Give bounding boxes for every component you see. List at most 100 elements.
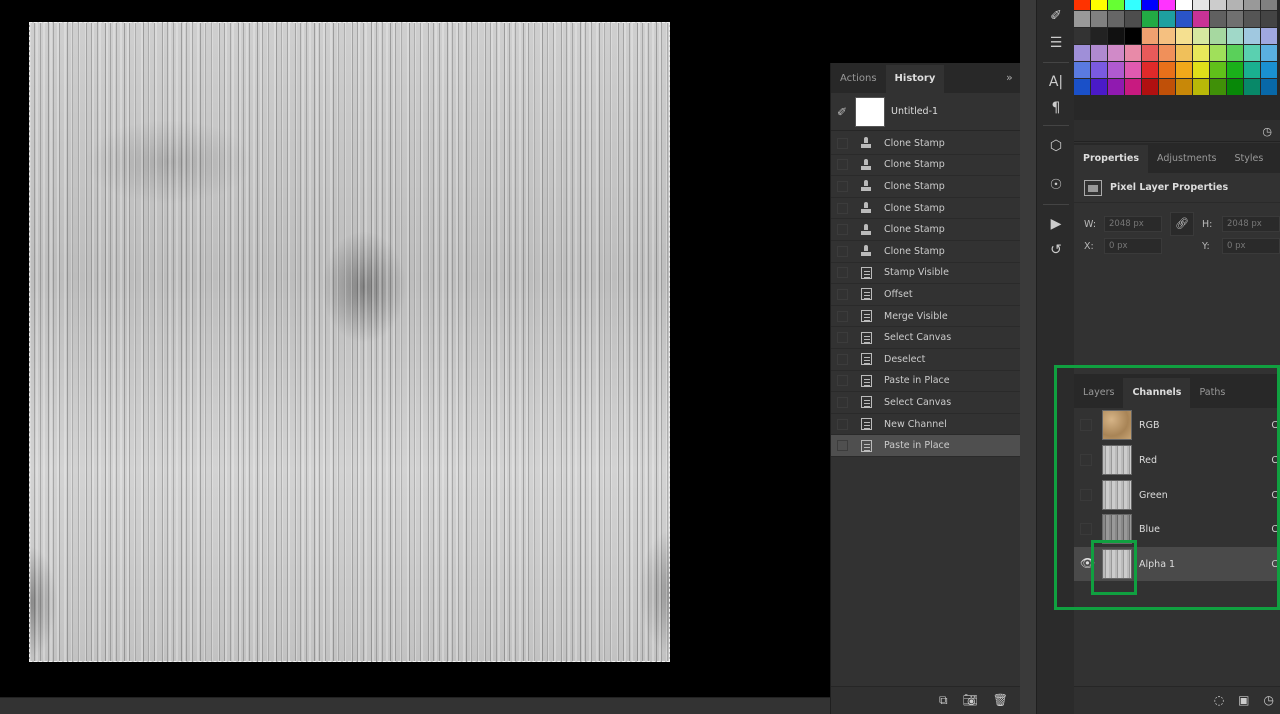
color-swatch[interactable] [1074,79,1090,95]
color-swatch[interactable] [1261,0,1277,10]
color-swatch[interactable] [1244,45,1260,61]
history-brush-source-checkbox[interactable] [837,288,848,300]
libraries-icon[interactable]: ☉ [1045,175,1067,195]
color-swatch[interactable] [1244,0,1260,10]
color-swatch[interactable] [1142,62,1158,78]
history-brush-source-checkbox[interactable] [837,310,848,322]
color-swatch[interactable] [1176,79,1192,95]
color-swatch[interactable] [1261,62,1277,78]
color-swatch[interactable] [1125,11,1141,27]
history-brush-source-checkbox[interactable] [837,180,848,192]
history-brush-source-checkbox[interactable] [837,375,848,387]
collapse-panel-icon[interactable]: » [1006,71,1013,84]
color-swatch[interactable] [1074,28,1090,44]
history-brush-source-checkbox[interactable] [837,202,848,214]
history-brush-source-checkbox[interactable] [837,245,848,257]
color-swatch[interactable] [1193,62,1209,78]
color-swatch[interactable] [1091,28,1107,44]
channel-thumbnail[interactable] [1102,514,1132,544]
history-item[interactable]: Clone Stamp [831,176,1021,198]
color-swatch[interactable] [1074,45,1090,61]
visibility-toggle[interactable] [1080,523,1092,535]
tab-properties[interactable]: Properties [1074,145,1148,173]
color-swatch[interactable] [1261,79,1277,95]
color-swatch[interactable] [1142,45,1158,61]
adjustments-sliders-icon[interactable]: ☰ [1045,33,1067,53]
color-swatch[interactable] [1159,79,1175,95]
color-swatch[interactable] [1244,79,1260,95]
history-item[interactable]: Select Canvas [831,392,1021,414]
channel-thumbnail[interactable] [1102,549,1132,579]
brush-icon[interactable]: ✐ [1045,6,1067,26]
history-item[interactable]: Clone Stamp [831,219,1021,241]
color-swatch[interactable] [1227,62,1243,78]
history-item[interactable]: Deselect [831,349,1021,371]
color-swatch[interactable] [1159,28,1175,44]
history-brush-source-checkbox[interactable] [837,224,848,236]
channel-row-blue[interactable]: Blue C [1074,512,1280,546]
color-swatch[interactable] [1176,28,1192,44]
new-swatch-icon[interactable]: ◷ [1262,125,1272,138]
history-item[interactable]: Paste in Place [831,435,1021,457]
y-field[interactable]: 0 px [1222,238,1280,254]
color-swatch[interactable] [1244,62,1260,78]
color-swatch[interactable] [1193,11,1209,27]
color-swatch[interactable] [1091,79,1107,95]
color-swatch[interactable] [1227,79,1243,95]
color-swatch[interactable] [1091,11,1107,27]
color-swatch[interactable] [1193,79,1209,95]
color-swatch[interactable] [1125,62,1141,78]
color-swatch[interactable] [1159,45,1175,61]
color-swatch[interactable] [1210,79,1226,95]
color-swatch[interactable] [1210,28,1226,44]
color-swatch[interactable] [1159,62,1175,78]
history-icon[interactable]: ↺ [1045,240,1067,260]
tab-paths[interactable]: Paths [1190,378,1234,408]
history-brush-source-checkbox[interactable] [837,440,848,452]
history-brush-source-checkbox[interactable] [837,418,848,430]
history-brush-source-checkbox[interactable] [837,267,848,279]
history-snapshot[interactable]: ✐ Untitled-1 [831,93,1036,131]
tab-channels[interactable]: Channels [1123,378,1191,408]
history-item[interactable]: Merge Visible [831,306,1021,328]
color-swatch[interactable] [1176,11,1192,27]
color-swatch[interactable] [1210,0,1226,10]
visibility-toggle[interactable] [1080,489,1092,501]
color-swatch[interactable] [1091,0,1107,10]
history-item[interactable]: Clone Stamp [831,198,1021,220]
color-swatch[interactable] [1108,0,1124,10]
history-brush-source-checkbox[interactable] [837,159,848,171]
color-swatch[interactable] [1227,11,1243,27]
play-icon[interactable]: ▶ [1045,214,1067,234]
3d-cube-icon[interactable]: ⬡ [1045,136,1067,156]
channel-row-rgb[interactable]: RGB C [1074,408,1280,442]
color-swatch[interactable] [1074,0,1090,10]
color-swatch[interactable] [1108,62,1124,78]
color-swatch[interactable] [1142,28,1158,44]
link-dimensions-icon[interactable]: 🔗︎ [1170,212,1194,236]
history-item[interactable]: Clone Stamp [831,133,1021,155]
color-swatch[interactable] [1261,45,1277,61]
channel-thumbnail[interactable] [1102,445,1132,475]
color-swatch[interactable] [1261,11,1277,27]
wood-texture-document[interactable] [29,22,670,662]
color-swatch[interactable] [1193,45,1209,61]
history-brush-source-checkbox[interactable] [837,396,848,408]
history-item[interactable]: Offset [831,284,1021,306]
tab-actions[interactable]: Actions [831,65,886,93]
snapshot-camera-icon[interactable]: 📷︎ [963,693,978,708]
history-brush-source-icon[interactable]: ✐ [837,105,851,119]
color-swatch[interactable] [1125,45,1141,61]
color-swatch[interactable] [1210,11,1226,27]
color-swatch[interactable] [1108,45,1124,61]
new-channel-icon[interactable]: ◷ [1264,693,1274,707]
color-swatch[interactable] [1176,62,1192,78]
color-swatch[interactable] [1193,28,1209,44]
color-swatch[interactable] [1125,79,1141,95]
load-selection-icon[interactable]: ◌ [1214,693,1224,707]
height-field[interactable]: 2048 px [1222,216,1280,232]
channel-thumbnail[interactable] [1102,480,1132,510]
color-swatch[interactable] [1108,28,1124,44]
color-swatch[interactable] [1125,28,1141,44]
color-swatch[interactable] [1244,28,1260,44]
